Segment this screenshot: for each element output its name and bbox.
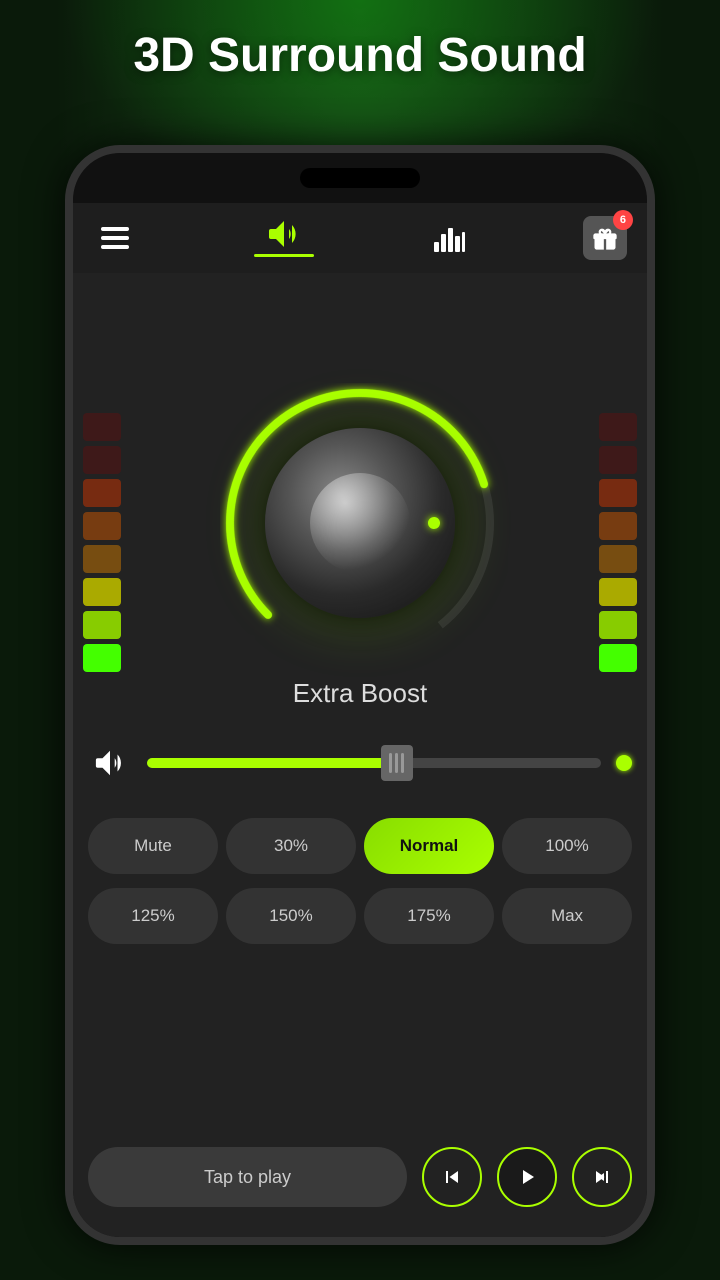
preset-btn-normal[interactable]: Normal (364, 818, 494, 874)
slider-volume-icon (88, 741, 132, 785)
volume-slider-area (88, 733, 632, 793)
gift-button[interactable]: 6 (583, 216, 627, 260)
meter-bar-left-0 (83, 413, 121, 441)
menu-button[interactable] (93, 216, 137, 260)
thumb-line-1 (389, 753, 392, 773)
preset-btn-150pct[interactable]: 150% (226, 888, 356, 944)
meter-left (83, 413, 121, 672)
knob-highlight (310, 473, 410, 573)
meter-bar-right-2 (599, 479, 637, 507)
meter-bar-right-3 (599, 512, 637, 540)
tab-volume[interactable] (254, 220, 314, 257)
slider-fill (147, 758, 397, 768)
meter-bar-left-7 (83, 644, 121, 672)
meter-bar-right-7 (599, 644, 637, 672)
meter-bar-left-2 (83, 479, 121, 507)
preset-btn-30pct[interactable]: 30% (226, 818, 356, 874)
preset-btn-max[interactable]: Max (502, 888, 632, 944)
volume-knob[interactable] (220, 383, 500, 663)
meter-bar-left-3 (83, 512, 121, 540)
boost-label: Extra Boost (73, 678, 647, 709)
meter-bar-right-4 (599, 545, 637, 573)
meter-bar-left-6 (83, 611, 121, 639)
phone-notch (73, 153, 647, 203)
app-title: 3D Surround Sound (0, 28, 720, 83)
meter-bar-right-0 (599, 413, 637, 441)
tab-equalizer[interactable] (432, 224, 466, 252)
meter-bar-right-6 (599, 611, 637, 639)
gift-badge: 6 (613, 210, 633, 230)
slider-thumb[interactable] (381, 745, 413, 781)
preset-btn-175pct[interactable]: 175% (364, 888, 494, 944)
thumb-line-3 (401, 753, 404, 773)
tab-active-indicator (254, 254, 314, 257)
preset-btn-100pct[interactable]: 100% (502, 818, 632, 874)
notch-pill (300, 168, 420, 188)
meter-bar-left-4 (83, 545, 121, 573)
meter-bar-right-5 (599, 578, 637, 606)
meter-right (599, 413, 637, 672)
playback-area: Tap to play (88, 1147, 632, 1207)
tap-to-play-button[interactable]: Tap to play (88, 1147, 407, 1207)
preset-btn-125pct[interactable]: 125% (88, 888, 218, 944)
meter-bar-left-5 (83, 578, 121, 606)
phone-frame: 6 (65, 145, 655, 1245)
phone-content: Extra Boost Mute30%Normal100% 125%150%17 (73, 273, 647, 1237)
prev-button[interactable] (422, 1147, 482, 1207)
meter-bar-left-1 (83, 446, 121, 474)
presets-row-1: Mute30%Normal100% (88, 818, 632, 874)
meter-bar-right-1 (599, 446, 637, 474)
play-button[interactable] (497, 1147, 557, 1207)
slider-end-dot (616, 755, 632, 771)
thumb-line-2 (395, 753, 398, 773)
preset-btn-mute[interactable]: Mute (88, 818, 218, 874)
volume-slider-track[interactable] (147, 758, 601, 768)
nav-bar: 6 (73, 203, 647, 273)
presets-row-2: 125%150%175%Max (88, 888, 632, 944)
knob-indicator (426, 515, 443, 532)
knob-body[interactable] (265, 428, 455, 618)
next-button[interactable] (572, 1147, 632, 1207)
